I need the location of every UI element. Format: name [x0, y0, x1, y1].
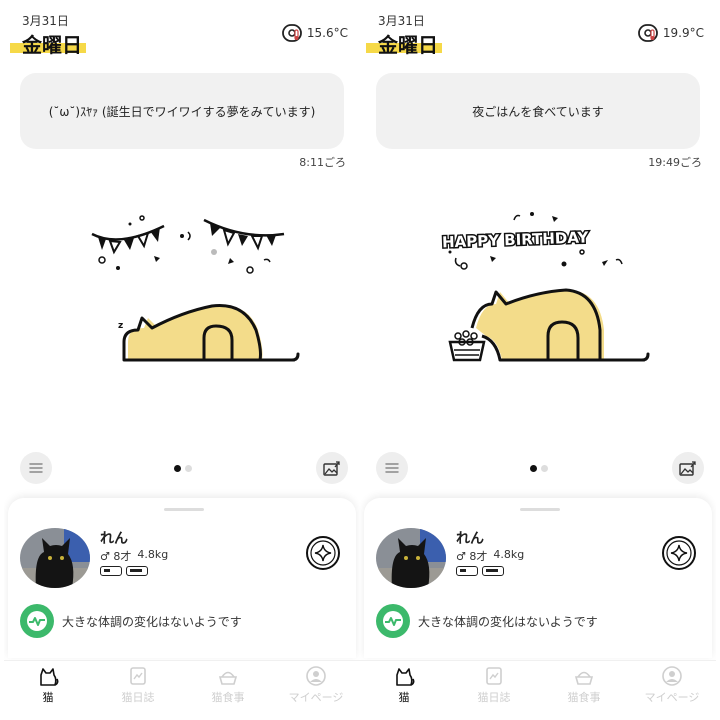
cat-meta: ♂ 8才 4.8kg	[456, 548, 524, 564]
tab-food[interactable]: 猫食事	[188, 665, 268, 705]
weekday-header: 金曜日	[10, 29, 90, 57]
menu-lines-icon	[385, 463, 399, 473]
carousel-dot-1[interactable]	[530, 465, 537, 472]
tab-label: 猫日誌	[477, 691, 511, 704]
sheet-handle[interactable]	[164, 508, 204, 511]
status-message-bubble: (˘ω˘)ｽﾔｧ (誕生日でワイワイする夢をみています)	[20, 73, 344, 149]
tab-label: 猫日誌	[121, 691, 155, 704]
cat-photo	[20, 528, 90, 588]
tab-cat[interactable]: 猫	[8, 665, 88, 705]
status-message-bubble: 夜ごはんを食べています	[376, 73, 700, 149]
sleeping-cat-illustration: z	[91, 215, 300, 362]
temperature-value: 15.6°C	[306, 26, 348, 40]
tab-label: 猫	[42, 691, 54, 704]
tab-mypage[interactable]: マイページ	[276, 665, 356, 705]
weekday-label: 金曜日	[378, 33, 438, 57]
tab-diary[interactable]: 猫日誌	[454, 665, 534, 705]
date-label: 3月31日	[22, 14, 69, 28]
share-image-button[interactable]	[316, 452, 348, 484]
menu-button[interactable]	[20, 452, 52, 484]
eating-cat-illustration: HAPPY BIRTHDAY	[440, 212, 650, 362]
device-status	[100, 566, 148, 576]
menu-lines-icon	[29, 463, 43, 473]
cat-sex-age: ♂ 8才	[100, 550, 132, 563]
tab-diary[interactable]: 猫日誌	[98, 665, 178, 705]
bottom-tab-bar: 猫 猫日誌 猫食事 マイページ	[4, 660, 360, 720]
diary-icon	[130, 667, 146, 685]
temperature-widget[interactable]: 19.9°C	[637, 22, 704, 44]
carousel-dot-1[interactable]	[174, 465, 181, 472]
device-chip-1	[100, 566, 122, 576]
svg-text:z: z	[118, 321, 123, 331]
date-label: 3月31日	[378, 14, 425, 28]
screen-eating: 3月31日 金曜日 19.9°C 夜ごはんを食べています 19:49ごろ HAP…	[360, 0, 716, 720]
food-icon	[218, 671, 238, 685]
carousel-indicator	[174, 465, 192, 472]
carousel-dot-2[interactable]	[541, 465, 548, 472]
tab-cat[interactable]: 猫	[364, 665, 444, 705]
message-time: 19:49ごろ	[648, 156, 702, 169]
share-image-icon	[679, 461, 696, 476]
menu-button[interactable]	[376, 452, 408, 484]
cat-name: れん	[456, 531, 484, 547]
cat-weight: 4.8kg	[493, 548, 525, 561]
health-status-text: 大きな体調の変化はないようです	[62, 614, 242, 629]
cat-weight: 4.8kg	[137, 548, 169, 561]
message-time: 8:11ごろ	[299, 156, 346, 169]
health-pulse-icon	[20, 604, 54, 638]
screen-sleeping: 3月31日 金曜日 15.6°C (˘ω˘)ｽﾔｧ (誕生日でワイワイする夢をみ…	[4, 0, 360, 720]
cat-sex-age: ♂ 8才	[456, 550, 488, 563]
cat-avatar[interactable]	[20, 528, 90, 588]
weekday-label: 金曜日	[22, 33, 82, 57]
device-battery	[126, 566, 148, 576]
health-pulse-icon	[376, 604, 410, 638]
device-battery	[482, 566, 504, 576]
user-icon	[662, 666, 682, 686]
share-image-icon	[323, 461, 340, 476]
device-status	[456, 566, 504, 576]
tab-label: 猫食事	[567, 691, 601, 704]
sheet-handle[interactable]	[520, 508, 560, 511]
tab-label: 猫	[398, 691, 410, 704]
share-image-button[interactable]	[672, 452, 704, 484]
tab-mypage[interactable]: マイページ	[632, 665, 712, 705]
carousel-dot-2[interactable]	[185, 465, 192, 472]
tab-food[interactable]: 猫食事	[544, 665, 624, 705]
cat-meta: ♂ 8才 4.8kg	[100, 548, 168, 564]
sparkle-button[interactable]	[660, 534, 698, 572]
happy-birthday-banner: HAPPY BIRTHDAY	[442, 228, 590, 251]
health-status-row[interactable]: 大きな体調の変化はないようです	[376, 604, 598, 638]
cat-info-sheet: れん ♂ 8才 4.8kg 大きな体調の変化はないようです	[8, 498, 356, 658]
tab-label: マイページ	[644, 691, 700, 704]
user-icon	[306, 666, 326, 686]
cat-icon	[40, 668, 59, 686]
health-status-row[interactable]: 大きな体調の変化はないようです	[20, 604, 242, 638]
weekday-header: 金曜日	[366, 29, 446, 57]
device-chip-1	[456, 566, 478, 576]
thermometer-device-icon	[281, 24, 302, 42]
cat-icon	[396, 668, 415, 686]
temperature-widget[interactable]: 15.6°C	[281, 22, 348, 44]
cat-info-sheet: れん ♂ 8才 4.8kg 大きな体調の変化はないようです	[364, 498, 712, 658]
status-message-text: 夜ごはんを食べています	[472, 104, 604, 119]
carousel-indicator	[530, 465, 548, 472]
screens: 3月31日 金曜日 15.6°C (˘ω˘)ｽﾔｧ (誕生日でワイワイする夢をみ…	[0, 0, 720, 720]
sparkle-button[interactable]	[304, 534, 342, 572]
cat-avatar[interactable]	[376, 528, 446, 588]
tab-label: マイページ	[288, 691, 344, 704]
cat-name: れん	[100, 531, 128, 547]
diary-icon	[486, 667, 502, 685]
cat-photo	[376, 528, 446, 588]
food-icon	[574, 671, 594, 685]
status-message-text: (˘ω˘)ｽﾔｧ (誕生日でワイワイする夢をみています)	[48, 104, 316, 119]
tab-label: 猫食事	[211, 691, 245, 704]
bottom-tab-bar: 猫 猫日誌 猫食事 マイページ	[360, 660, 716, 720]
health-status-text: 大きな体調の変化はないようです	[418, 614, 598, 629]
temperature-value: 19.9°C	[662, 26, 704, 40]
thermometer-device-icon	[637, 24, 658, 42]
